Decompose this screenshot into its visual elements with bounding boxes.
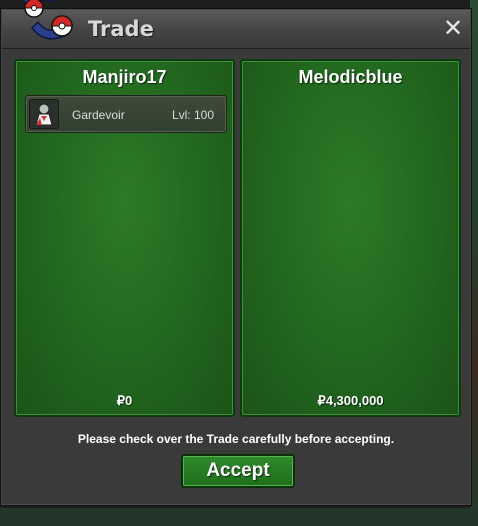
trade-window: Trade ✕ Manjiro17 Gardevoir Lvl: 100 ₽0 … bbox=[0, 8, 472, 506]
window-title: Trade bbox=[88, 17, 154, 41]
close-button[interactable]: ✕ bbox=[442, 14, 464, 42]
pokeball-logo-icon bbox=[12, 0, 82, 50]
player-name: Melodicblue bbox=[298, 67, 403, 87]
pokemon-name: Gardevoir bbox=[72, 108, 125, 122]
trade-panel-self: Manjiro17 Gardevoir Lvl: 100 ₽0 bbox=[14, 59, 235, 417]
gardevoir-sprite-icon bbox=[29, 99, 59, 129]
money-offer: ₽4,300,000 bbox=[317, 393, 384, 408]
background-scenery-bottom bbox=[0, 508, 478, 526]
trade-notice: Please check over the Trade carefully be… bbox=[77, 432, 395, 446]
pokemon-level: Lvl: 100 bbox=[171, 108, 214, 122]
accept-button[interactable]: Accept bbox=[181, 454, 295, 488]
trade-panel-partner: Melodicblue ₽4,300,000 bbox=[240, 59, 461, 417]
close-icon: ✕ bbox=[442, 14, 464, 42]
player-name: Manjiro17 bbox=[82, 67, 167, 87]
pokemon-offer-item[interactable]: Gardevoir Lvl: 100 bbox=[25, 95, 227, 133]
money-offer: ₽0 bbox=[116, 393, 133, 408]
